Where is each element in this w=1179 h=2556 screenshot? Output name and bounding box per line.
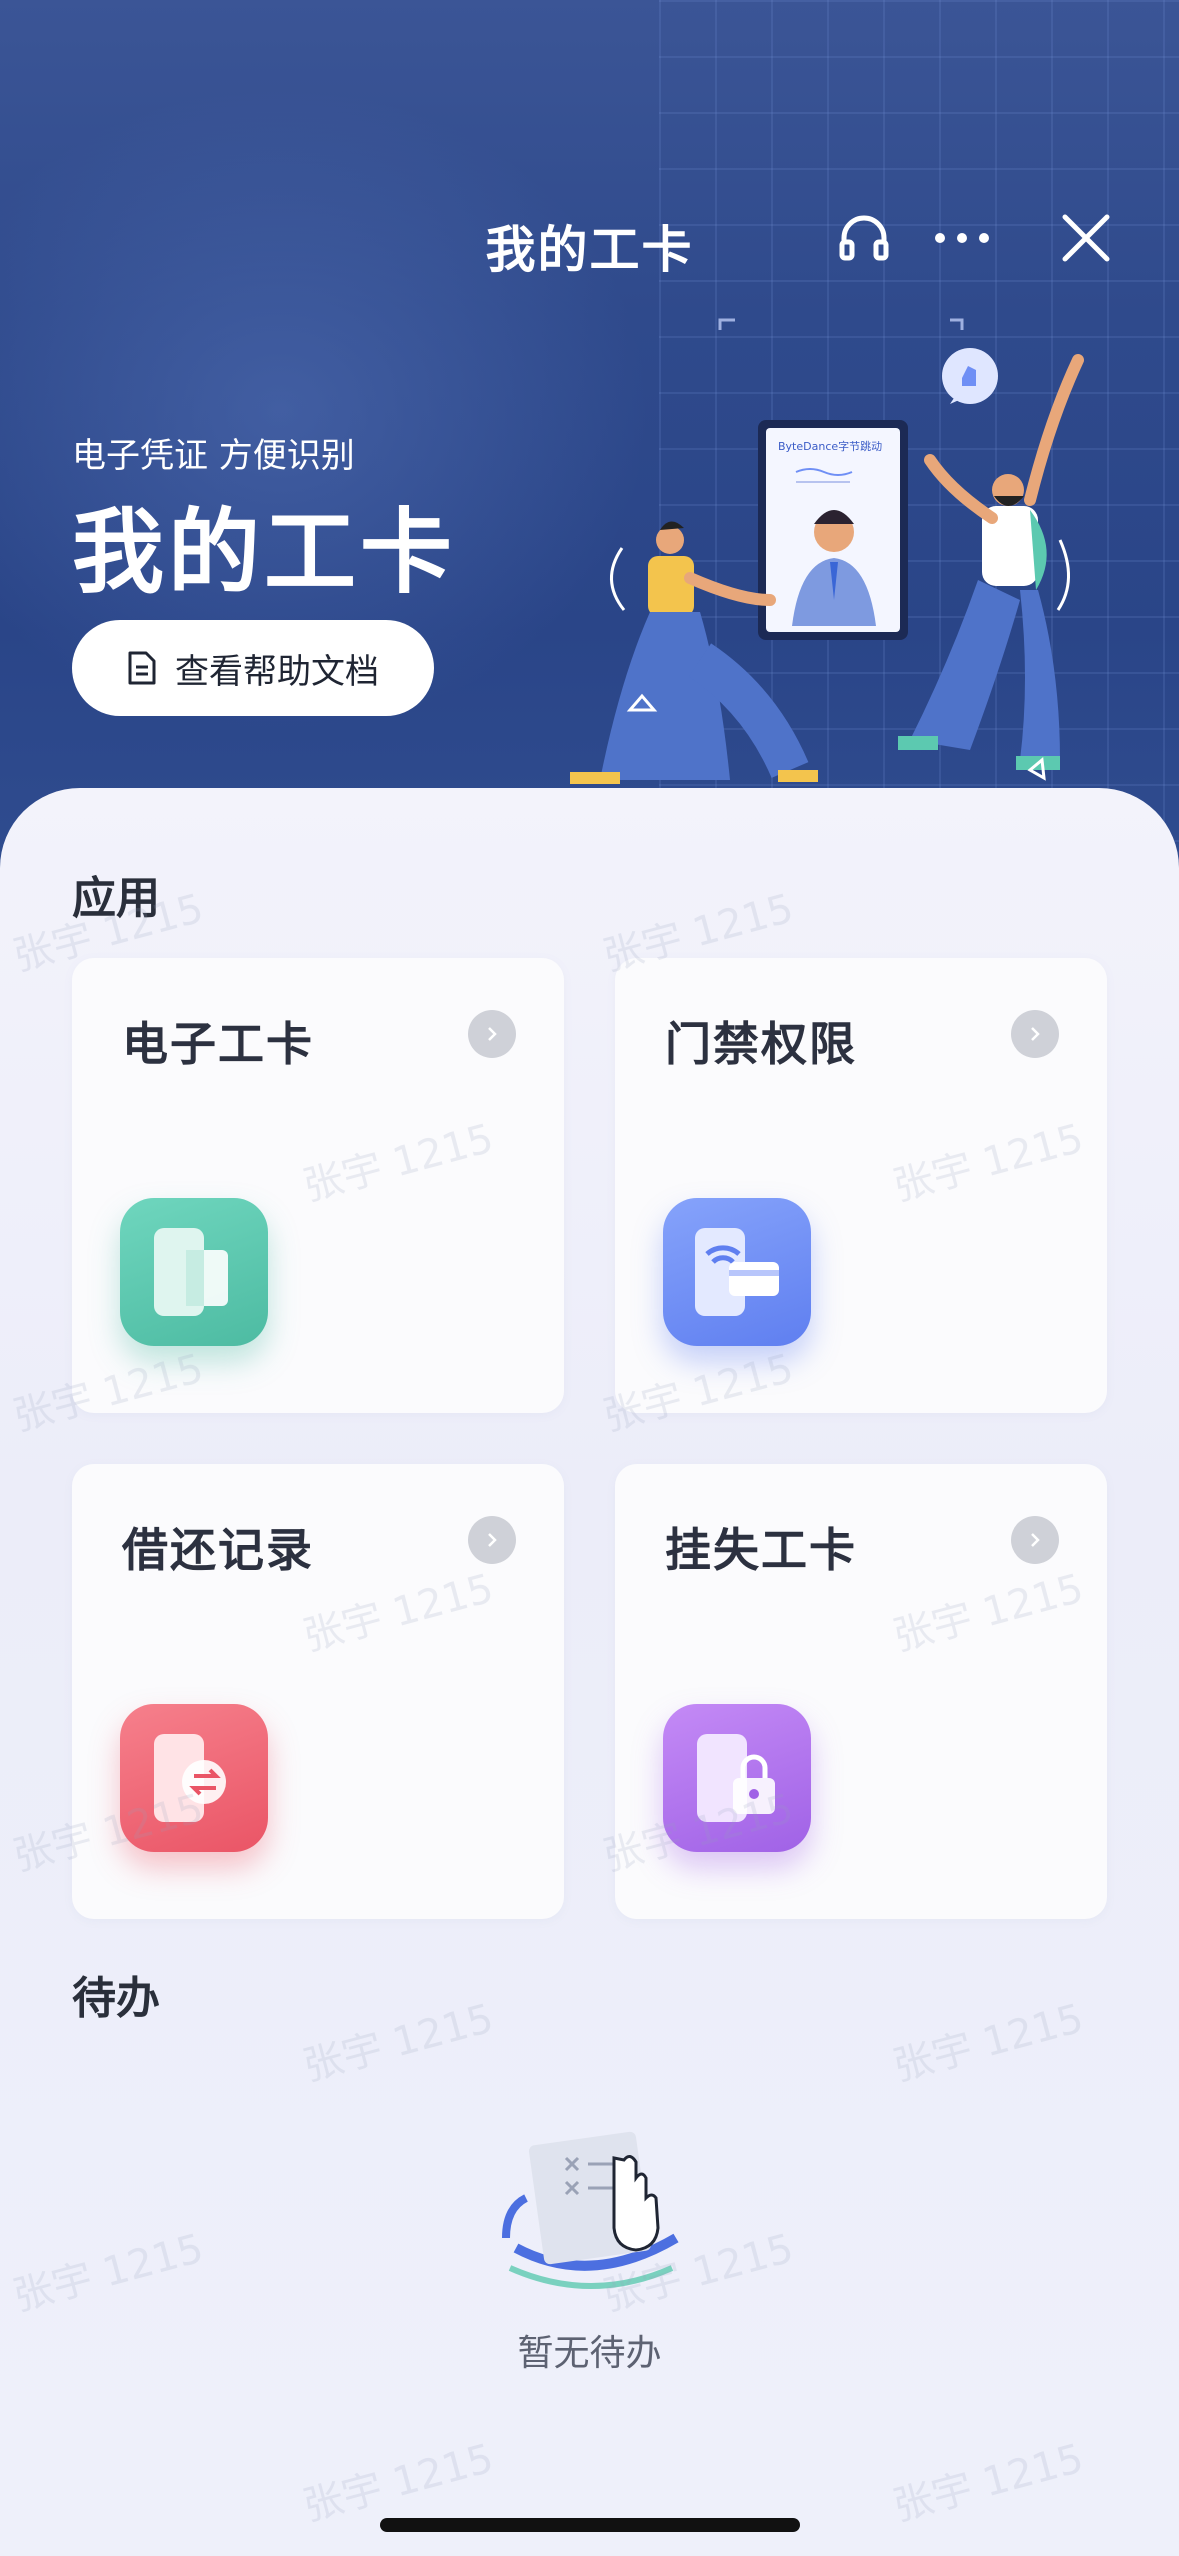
close-icon[interactable] (1048, 200, 1124, 276)
hero-illustration: ByteDance字节跳动 (570, 318, 1084, 784)
illustration-brand-text: ByteDance字节跳动 (778, 439, 882, 453)
app-card-label: 挂失工卡 (665, 1523, 857, 1577)
help-docs-button[interactable]: 查看帮助文档 (72, 620, 434, 716)
home-indicator[interactable] (380, 2518, 800, 2532)
borrow-return-icon (120, 1704, 268, 1852)
document-icon (128, 651, 156, 685)
help-docs-label: 查看帮助文档 (175, 651, 379, 692)
chevron-right-icon (468, 1010, 516, 1058)
app-card-label: 门禁权限 (665, 1017, 857, 1071)
chevron-right-icon (468, 1516, 516, 1564)
app-card-e-card[interactable]: 电子工卡 (72, 958, 564, 1413)
apps-section-title: 应用 (72, 873, 160, 924)
todo-section-title: 待办 (72, 1973, 160, 2024)
headset-icon[interactable] (826, 200, 902, 276)
app-card-borrow-return[interactable]: 借还记录 (72, 1464, 564, 1919)
app-card-label: 借还记录 (122, 1523, 314, 1577)
empty-todo-text: 暂无待办 (517, 2333, 662, 2374)
hero-banner: 我的工卡 电子凭证 方便识别 我的工卡 查看帮助文档 ByteDance字节跳动 (0, 0, 1179, 900)
chevron-right-icon (1011, 1516, 1059, 1564)
app-card-access-control[interactable]: 门禁权限 (615, 958, 1107, 1413)
empty-todo-icon (502, 2131, 679, 2289)
access-control-icon (663, 1198, 811, 1346)
report-loss-icon (663, 1704, 811, 1852)
page-title: 我的工卡 (485, 221, 694, 279)
more-icon[interactable] (924, 200, 1000, 276)
e-card-icon (120, 1198, 268, 1346)
app-card-label: 电子工卡 (122, 1017, 314, 1071)
hero-headline: 我的工卡 (72, 499, 457, 606)
chevron-right-icon (1011, 1010, 1059, 1058)
hero-subtitle: 电子凭证 方便识别 (72, 436, 355, 476)
app-card-report-loss[interactable]: 挂失工卡 (615, 1464, 1107, 1919)
